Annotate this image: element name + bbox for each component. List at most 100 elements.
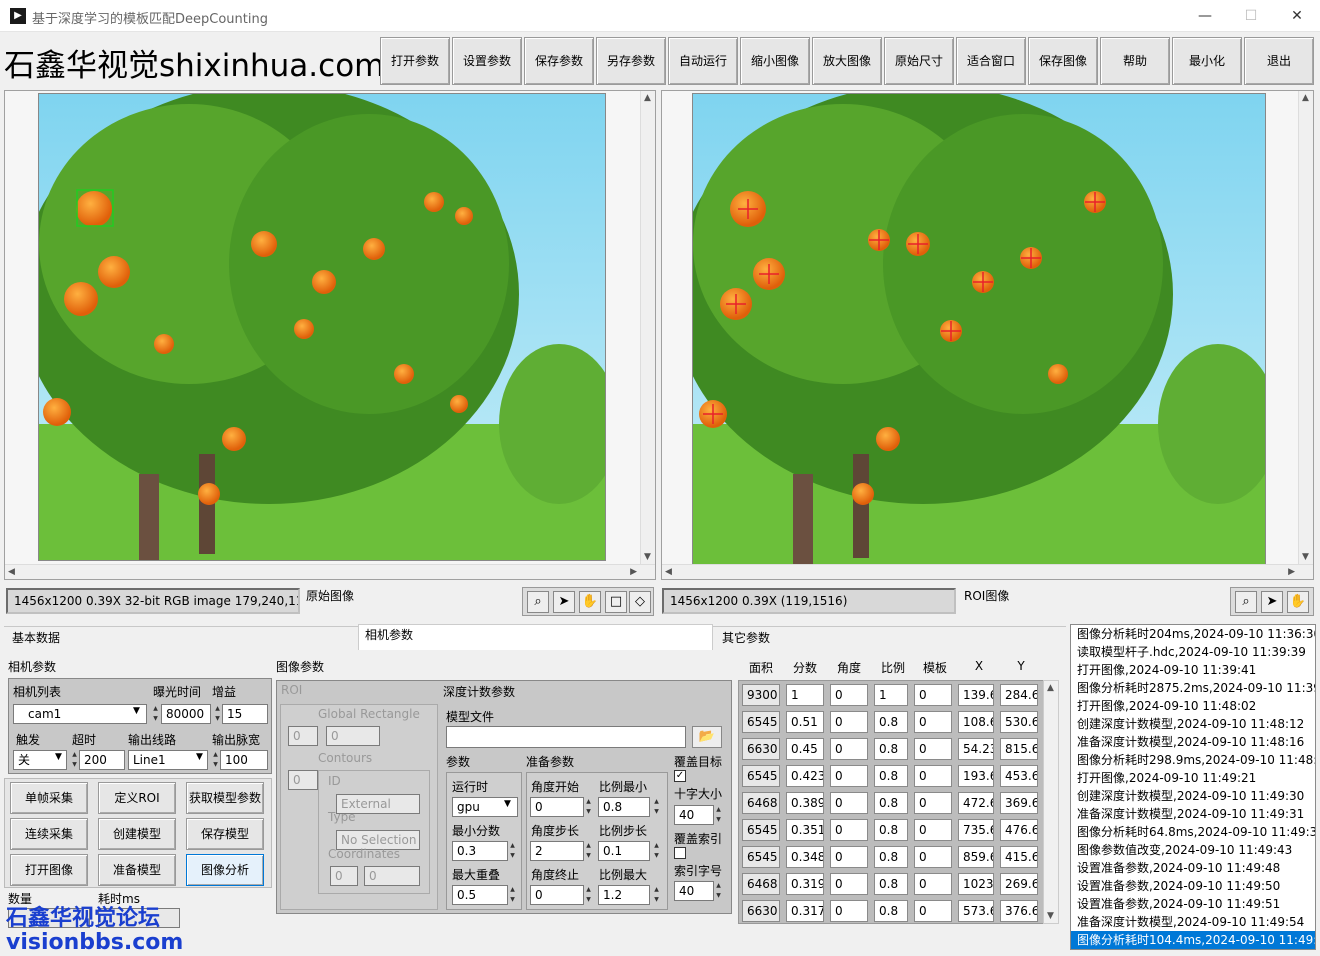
save-as-params-button[interactable]: 另存参数 [596, 37, 666, 85]
get-model-params-button[interactable]: 获取模型参数 [186, 782, 264, 814]
rotated-rect-icon[interactable]: ◇ [629, 591, 651, 613]
angle-start-spinner-icon[interactable]: ▲ ▼ [584, 797, 593, 817]
gain-input[interactable]: 15 [222, 704, 268, 724]
contour-index-input[interactable]: 0 [288, 770, 318, 790]
log-item[interactable]: 准备深度计数模型,2024-09-10 11:48:16 [1071, 733, 1315, 751]
rectangle-icon[interactable]: □ [605, 591, 627, 613]
prepare-model-button[interactable]: 准备模型 [98, 854, 176, 886]
image-analysis-button[interactable]: 图像分析 [186, 854, 264, 886]
max-overlap-input[interactable]: 0.5 [452, 885, 508, 905]
tab-other-params[interactable]: 其它参数 [716, 628, 1056, 650]
open-image-button[interactable]: 打开图像 [10, 854, 88, 886]
left-image-hscroll[interactable]: ◀ ▶ [5, 564, 655, 579]
roi-image-panel[interactable]: ▲ ▼ ◀ ▶ [661, 90, 1314, 580]
scale-min-spinner-icon[interactable]: ▲ ▼ [652, 797, 661, 817]
scale-step-spinner-icon[interactable]: ▲ ▼ [652, 841, 661, 861]
right-image-vscroll[interactable]: ▲ ▼ [1298, 91, 1313, 564]
angle-end-spinner-icon[interactable]: ▲ ▼ [584, 885, 593, 905]
zoom-in-button[interactable]: 放大图像 [812, 37, 882, 85]
log-item[interactable]: 创建深度计数模型,2024-09-10 11:48:12 [1071, 715, 1315, 733]
minimize-app-button[interactable]: 最小化 [1172, 37, 1242, 85]
create-model-button[interactable]: 创建模型 [98, 818, 176, 850]
log-item[interactable]: 设置准备参数,2024-09-10 11:49:51 [1071, 895, 1315, 913]
overlay-target-checkbox[interactable]: ✓ [674, 770, 686, 782]
exit-button[interactable]: 退出 [1244, 37, 1314, 85]
pointer-icon[interactable]: ➤ [1261, 591, 1283, 613]
pulse-spinner-icon[interactable]: ▲ ▼ [211, 750, 220, 770]
original-image[interactable] [38, 93, 606, 561]
global-rect-input[interactable]: 0 [326, 726, 380, 746]
chevron-down-icon[interactable]: ▼ [133, 706, 140, 716]
log-item[interactable]: 打开图像,2024-09-10 11:39:41 [1071, 661, 1315, 679]
log-list[interactable]: 图像分析耗时204ms,2024-09-10 11:36:30 读取模型杆子.hd… [1070, 624, 1316, 950]
log-item[interactable]: 设置准备参数,2024-09-10 11:49:48 [1071, 859, 1315, 877]
coord-y-input[interactable]: 0 [364, 866, 420, 886]
camera-select[interactable]: cam1 [13, 704, 147, 724]
min-score-input[interactable]: 0.3 [452, 841, 508, 861]
log-item[interactable]: 图像分析耗时298.9ms,2024-09-10 11:48:4 [1071, 751, 1315, 769]
save-model-button[interactable]: 保存模型 [186, 818, 264, 850]
angle-start-input[interactable]: 0 [530, 797, 584, 817]
angle-step-input[interactable]: 2 [530, 841, 584, 861]
index-font-input[interactable]: 40 [674, 881, 714, 901]
tab-camera-params[interactable]: 相机参数 [358, 624, 713, 650]
minimize-icon[interactable]: — [1182, 0, 1228, 32]
tab-basic-data[interactable]: 基本数据 [6, 628, 346, 650]
timeout-input[interactable]: 200 [79, 750, 125, 770]
log-item[interactable]: 图像分析耗时104.4ms,2024-09-10 11:49:5 [1071, 931, 1315, 949]
zoom-icon[interactable]: ⌕ [527, 591, 549, 613]
gain-spinner-icon[interactable]: ▲ ▼ [213, 704, 222, 724]
define-roi-button[interactable]: 定义ROI [98, 782, 176, 814]
angle-step-spinner-icon[interactable]: ▲ ▼ [584, 841, 593, 861]
log-item[interactable]: 图像分析耗时64.8ms,2024-09-10 11:49:32 [1071, 823, 1315, 841]
angle-end-input[interactable]: 0 [530, 885, 584, 905]
fit-window-button[interactable]: 适合窗口 [956, 37, 1026, 85]
save-image-button[interactable]: 保存图像 [1028, 37, 1098, 85]
roi-index-input[interactable]: 0 [288, 726, 318, 746]
pulse-width-input[interactable]: 100 [220, 750, 268, 770]
max-overlap-spinner-icon[interactable]: ▲ ▼ [508, 885, 517, 905]
results-vscroll[interactable]: ▲ ▼ [1043, 680, 1059, 924]
log-item[interactable]: 创建深度计数模型,2024-09-10 11:49:30 [1071, 787, 1315, 805]
right-image-hscroll[interactable]: ◀ ▶ [662, 564, 1313, 579]
exposure-spinner-icon[interactable]: ▲ ▼ [151, 704, 160, 724]
pointer-icon[interactable]: ➤ [553, 591, 575, 613]
chevron-down-icon[interactable]: ▼ [55, 752, 62, 762]
folder-icon[interactable]: 📂 [692, 726, 722, 748]
zoom-out-button[interactable]: 缩小图像 [740, 37, 810, 85]
log-item[interactable]: 打开图像,2024-09-10 11:48:02 [1071, 697, 1315, 715]
maximize-icon[interactable]: ☐ [1228, 0, 1274, 32]
coord-x-input[interactable]: 0 [330, 866, 358, 886]
index-font-spinner-icon[interactable]: ▲ ▼ [714, 881, 723, 901]
log-item[interactable]: 图像分析耗时204ms,2024-09-10 11:36:30 [1071, 625, 1315, 643]
cross-size-input[interactable]: 40 [674, 805, 714, 825]
set-params-button[interactable]: 设置参数 [452, 37, 522, 85]
log-item[interactable]: 图像分析耗时2875.2ms,2024-09-10 11:39: [1071, 679, 1315, 697]
help-button[interactable]: 帮助 [1100, 37, 1170, 85]
log-item[interactable]: 图像参数值改变,2024-09-10 11:49:43 [1071, 841, 1315, 859]
overlay-index-checkbox[interactable] [674, 847, 686, 859]
original-size-button[interactable]: 原始尺寸 [884, 37, 954, 85]
cross-size-spinner-icon[interactable]: ▲ ▼ [714, 805, 723, 825]
log-item[interactable]: 读取模型杆子.hdc,2024-09-10 11:39:39 [1071, 643, 1315, 661]
log-item[interactable]: 打开图像,2024-09-10 11:49:21 [1071, 769, 1315, 787]
single-capture-button[interactable]: 单帧采集 [10, 782, 88, 814]
pan-hand-icon[interactable]: ✋ [1287, 591, 1309, 613]
log-item[interactable]: 设置准备参数,2024-09-10 11:49:50 [1071, 877, 1315, 895]
min-score-spinner-icon[interactable]: ▲ ▼ [508, 841, 517, 861]
log-item[interactable]: 准备深度计数模型,2024-09-10 11:49:31 [1071, 805, 1315, 823]
left-image-vscroll[interactable]: ▲ ▼ [640, 91, 655, 564]
close-icon[interactable]: ✕ [1274, 0, 1320, 32]
auto-run-button[interactable]: 自动运行 [668, 37, 738, 85]
exposure-input[interactable]: 80000 [161, 704, 211, 724]
save-params-button[interactable]: 保存参数 [524, 37, 594, 85]
scale-min-input[interactable]: 0.8 [598, 797, 650, 817]
chevron-down-icon[interactable]: ▼ [196, 752, 203, 762]
scale-max-input[interactable]: 1.2 [598, 885, 650, 905]
timeout-spinner-icon[interactable]: ▲ ▼ [70, 750, 79, 770]
log-item[interactable]: 准备深度计数模型,2024-09-10 11:49:54 [1071, 913, 1315, 931]
model-file-input[interactable] [446, 726, 686, 748]
continuous-capture-button[interactable]: 连续采集 [10, 818, 88, 850]
original-image-panel[interactable]: ▲ ▼ ◀ ▶ [4, 90, 656, 580]
scale-max-spinner-icon[interactable]: ▲ ▼ [652, 885, 661, 905]
